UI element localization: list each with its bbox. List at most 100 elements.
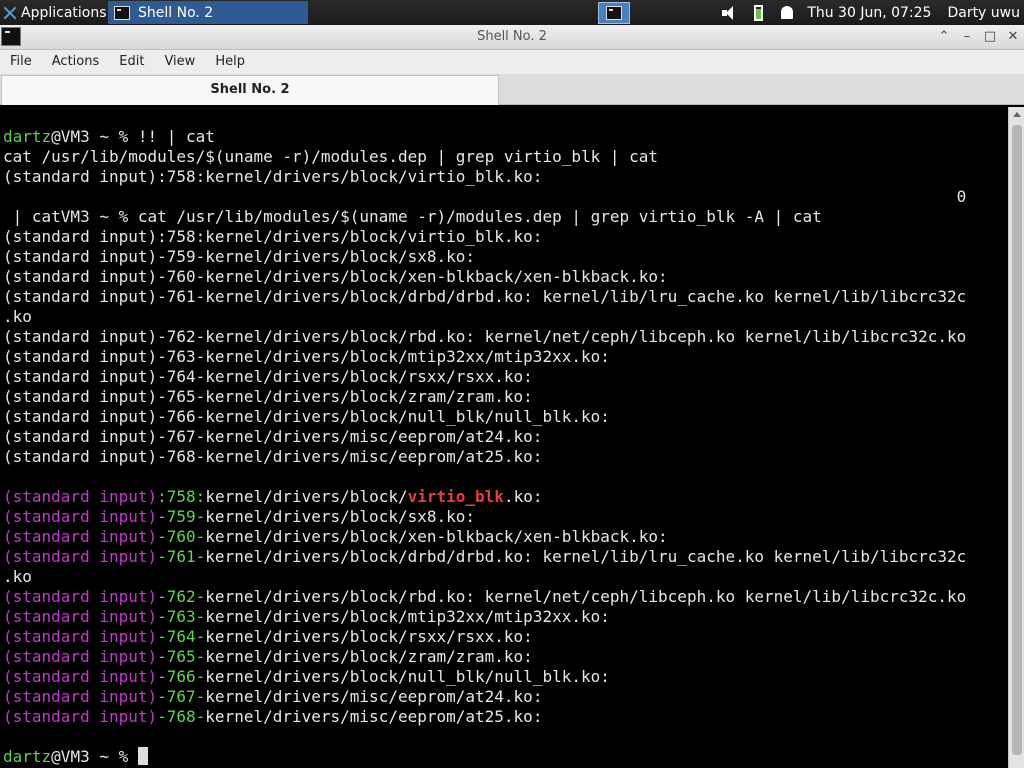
terminal-line: (standard input):758:kernel/drivers/bloc… bbox=[3, 227, 542, 247]
scroll-up-arrow-icon[interactable] bbox=[1009, 111, 1024, 121]
terminal-output[interactable]: dartz@VM3 ~ % !! | cat cat /usr/lib/modul… bbox=[0, 107, 1008, 768]
terminal-text: kernel/drivers/block/null_blk/null_blk.k… bbox=[205, 667, 610, 686]
tab-bar: Shell No. 2 bbox=[0, 74, 1024, 105]
terminal-text: -767- bbox=[157, 687, 206, 706]
menubar: File Actions Edit View Help bbox=[0, 50, 1024, 74]
terminal-line: (standard input)-760-kernel/drivers/bloc… bbox=[3, 527, 668, 547]
workspace-button[interactable] bbox=[598, 2, 630, 24]
terminal-text: .ko: bbox=[503, 487, 543, 506]
terminal-text: kernel/drivers/block/rbd.ko: kernel/net/… bbox=[205, 587, 967, 606]
terminal-text: kernel/drivers/block/rsxx/rsxx.ko: bbox=[205, 627, 533, 646]
terminal-text: (standard input) bbox=[3, 587, 158, 606]
terminal-text: (standard input)-762-kernel/drivers/bloc… bbox=[3, 327, 967, 346]
terminal-text: dartz bbox=[3, 127, 52, 146]
bell-icon[interactable] bbox=[781, 6, 794, 19]
terminal-text: 758 bbox=[166, 487, 196, 506]
terminal-text: (standard input)-766-kernel/drivers/bloc… bbox=[3, 407, 610, 426]
volume-icon[interactable] bbox=[722, 5, 740, 20]
scrollbar-thumb[interactable] bbox=[1012, 125, 1022, 755]
terminal-text: @VM3 ~ % !! | cat bbox=[51, 127, 215, 146]
taskbar-item-label: Shell No. 2 bbox=[138, 4, 214, 21]
terminal-line: (standard input):758:kernel/drivers/bloc… bbox=[3, 167, 542, 187]
terminal-line: | catVM3 ~ % cat /usr/lib/modules/$(unam… bbox=[3, 207, 822, 227]
terminal-text: kernel/drivers/misc/eeprom/at25.ko: bbox=[205, 707, 543, 726]
terminal-line: (standard input)-767-kernel/drivers/misc… bbox=[3, 687, 542, 707]
xfce-logo-icon bbox=[3, 6, 17, 20]
terminal-text: : bbox=[157, 487, 167, 506]
terminal-text: dartz bbox=[3, 747, 52, 766]
terminal-text: -768- bbox=[157, 707, 206, 726]
applications-label: Applications bbox=[21, 4, 107, 21]
terminal-text: 0 bbox=[3, 187, 967, 206]
terminal-line: (standard input)-764-kernel/drivers/bloc… bbox=[3, 627, 533, 647]
terminal-line: cat /usr/lib/modules/$(uname -r)/modules… bbox=[3, 147, 658, 167]
terminal-line: (standard input)-761-kernel/drivers/bloc… bbox=[3, 287, 966, 307]
terminal-text: (standard input) bbox=[3, 647, 158, 666]
terminal-text: cat /usr/lib/modules/$(uname -r)/modules… bbox=[3, 147, 659, 166]
terminal-text: (standard input)-763-kernel/drivers/bloc… bbox=[3, 347, 610, 366]
terminal-line: (standard input)-762-kernel/drivers/bloc… bbox=[3, 327, 966, 347]
menu-view[interactable]: View bbox=[154, 50, 205, 74]
terminal-text: (standard input)-768-kernel/drivers/misc… bbox=[3, 447, 543, 466]
battery-icon[interactable] bbox=[754, 4, 764, 21]
terminal-line: (standard input)-768-kernel/drivers/misc… bbox=[3, 707, 542, 727]
taskbar-item-shell[interactable]: Shell No. 2 bbox=[108, 1, 308, 24]
clock[interactable]: Thu 30 Jun, 07:25 bbox=[807, 5, 931, 21]
terminal-text: (standard input) bbox=[3, 607, 158, 626]
close-button[interactable]: ✕ bbox=[1004, 28, 1022, 46]
scrollbar[interactable] bbox=[1008, 107, 1024, 768]
terminal-line: 0 bbox=[3, 187, 967, 207]
minimize-button[interactable]: ⌃ bbox=[935, 28, 953, 46]
menu-help[interactable]: Help bbox=[205, 50, 255, 74]
terminal-cursor bbox=[137, 747, 148, 765]
terminal-line: dartz@VM3 ~ % !! | cat bbox=[3, 127, 215, 147]
maximize-button[interactable]: □ bbox=[981, 28, 999, 46]
terminal-text: kernel/drivers/block/sx8.ko: bbox=[205, 507, 476, 526]
terminal-text: (standard input) bbox=[3, 507, 158, 526]
system-tray: Thu 30 Jun, 07:25 Darty uwu bbox=[722, 0, 1024, 25]
menu-file[interactable]: File bbox=[0, 50, 42, 74]
user-menu[interactable]: Darty uwu bbox=[947, 5, 1020, 21]
tab-shell-no-2[interactable]: Shell No. 2 bbox=[1, 75, 499, 105]
terminal-text: (standard input) bbox=[3, 527, 158, 546]
window-titlebar[interactable]: Shell No. 2 ⌃ – □ ✕ bbox=[0, 25, 1024, 50]
terminal-text: (standard input):758:kernel/drivers/bloc… bbox=[3, 167, 543, 186]
terminal-text: : bbox=[195, 487, 206, 506]
top-panel: Applications Shell No. 2 Thu 30 Jun, 07:… bbox=[0, 0, 1024, 25]
terminal-text: -763- bbox=[157, 607, 206, 626]
terminal-text: -766- bbox=[157, 667, 206, 686]
window-title: Shell No. 2 bbox=[477, 29, 547, 44]
terminal-line: .ko bbox=[3, 307, 32, 327]
terminal-text: kernel/drivers/block/xen-blkback/xen-blk… bbox=[205, 527, 668, 546]
terminal-text: (standard input) bbox=[3, 547, 158, 566]
terminal-line: (standard input):758:kernel/drivers/bloc… bbox=[3, 487, 542, 507]
terminal-text: (standard input) bbox=[3, 687, 158, 706]
terminal-text: .ko bbox=[3, 307, 32, 326]
terminal-text: (standard input)-764-kernel/drivers/bloc… bbox=[3, 367, 533, 386]
terminal-line: (standard input)-767-kernel/drivers/misc… bbox=[3, 427, 542, 447]
terminal-text: (standard input) bbox=[3, 627, 158, 646]
terminal-text: (standard input) bbox=[3, 707, 158, 726]
terminal-text: @VM3 ~ % bbox=[51, 747, 138, 766]
terminal-icon bbox=[114, 5, 130, 20]
terminal-line: (standard input)-763-kernel/drivers/bloc… bbox=[3, 347, 610, 367]
applications-menu-button[interactable]: Applications bbox=[0, 0, 108, 25]
menu-actions[interactable]: Actions bbox=[42, 50, 110, 74]
terminal-text: virtio_blk bbox=[407, 487, 504, 506]
terminal-text: kernel/drivers/block/mtip32xx/mtip32xx.k… bbox=[205, 607, 610, 626]
terminal-text: kernel/drivers/block/drbd/drbd.ko: kerne… bbox=[205, 547, 967, 566]
terminal-line: (standard input)-764-kernel/drivers/bloc… bbox=[3, 367, 533, 387]
terminal-text: (standard input)-761-kernel/drivers/bloc… bbox=[3, 287, 967, 306]
restore-button[interactable]: – bbox=[958, 28, 976, 46]
terminal-line: dartz@VM3 ~ % bbox=[3, 747, 148, 767]
terminal-line: (standard input)-760-kernel/drivers/bloc… bbox=[3, 267, 668, 287]
menu-edit[interactable]: Edit bbox=[109, 50, 154, 74]
terminal-text: (standard input)-759-kernel/drivers/bloc… bbox=[3, 247, 476, 266]
terminal-icon bbox=[606, 6, 622, 20]
terminal-line: (standard input)-766-kernel/drivers/bloc… bbox=[3, 407, 610, 427]
terminal-text: -759- bbox=[157, 507, 206, 526]
terminal-text: -760- bbox=[157, 527, 206, 546]
terminal-text: | catVM3 ~ % cat /usr/lib/modules/$(unam… bbox=[3, 207, 822, 226]
terminal-text: -761- bbox=[157, 547, 206, 566]
terminal-line: (standard input)-763-kernel/drivers/bloc… bbox=[3, 607, 610, 627]
